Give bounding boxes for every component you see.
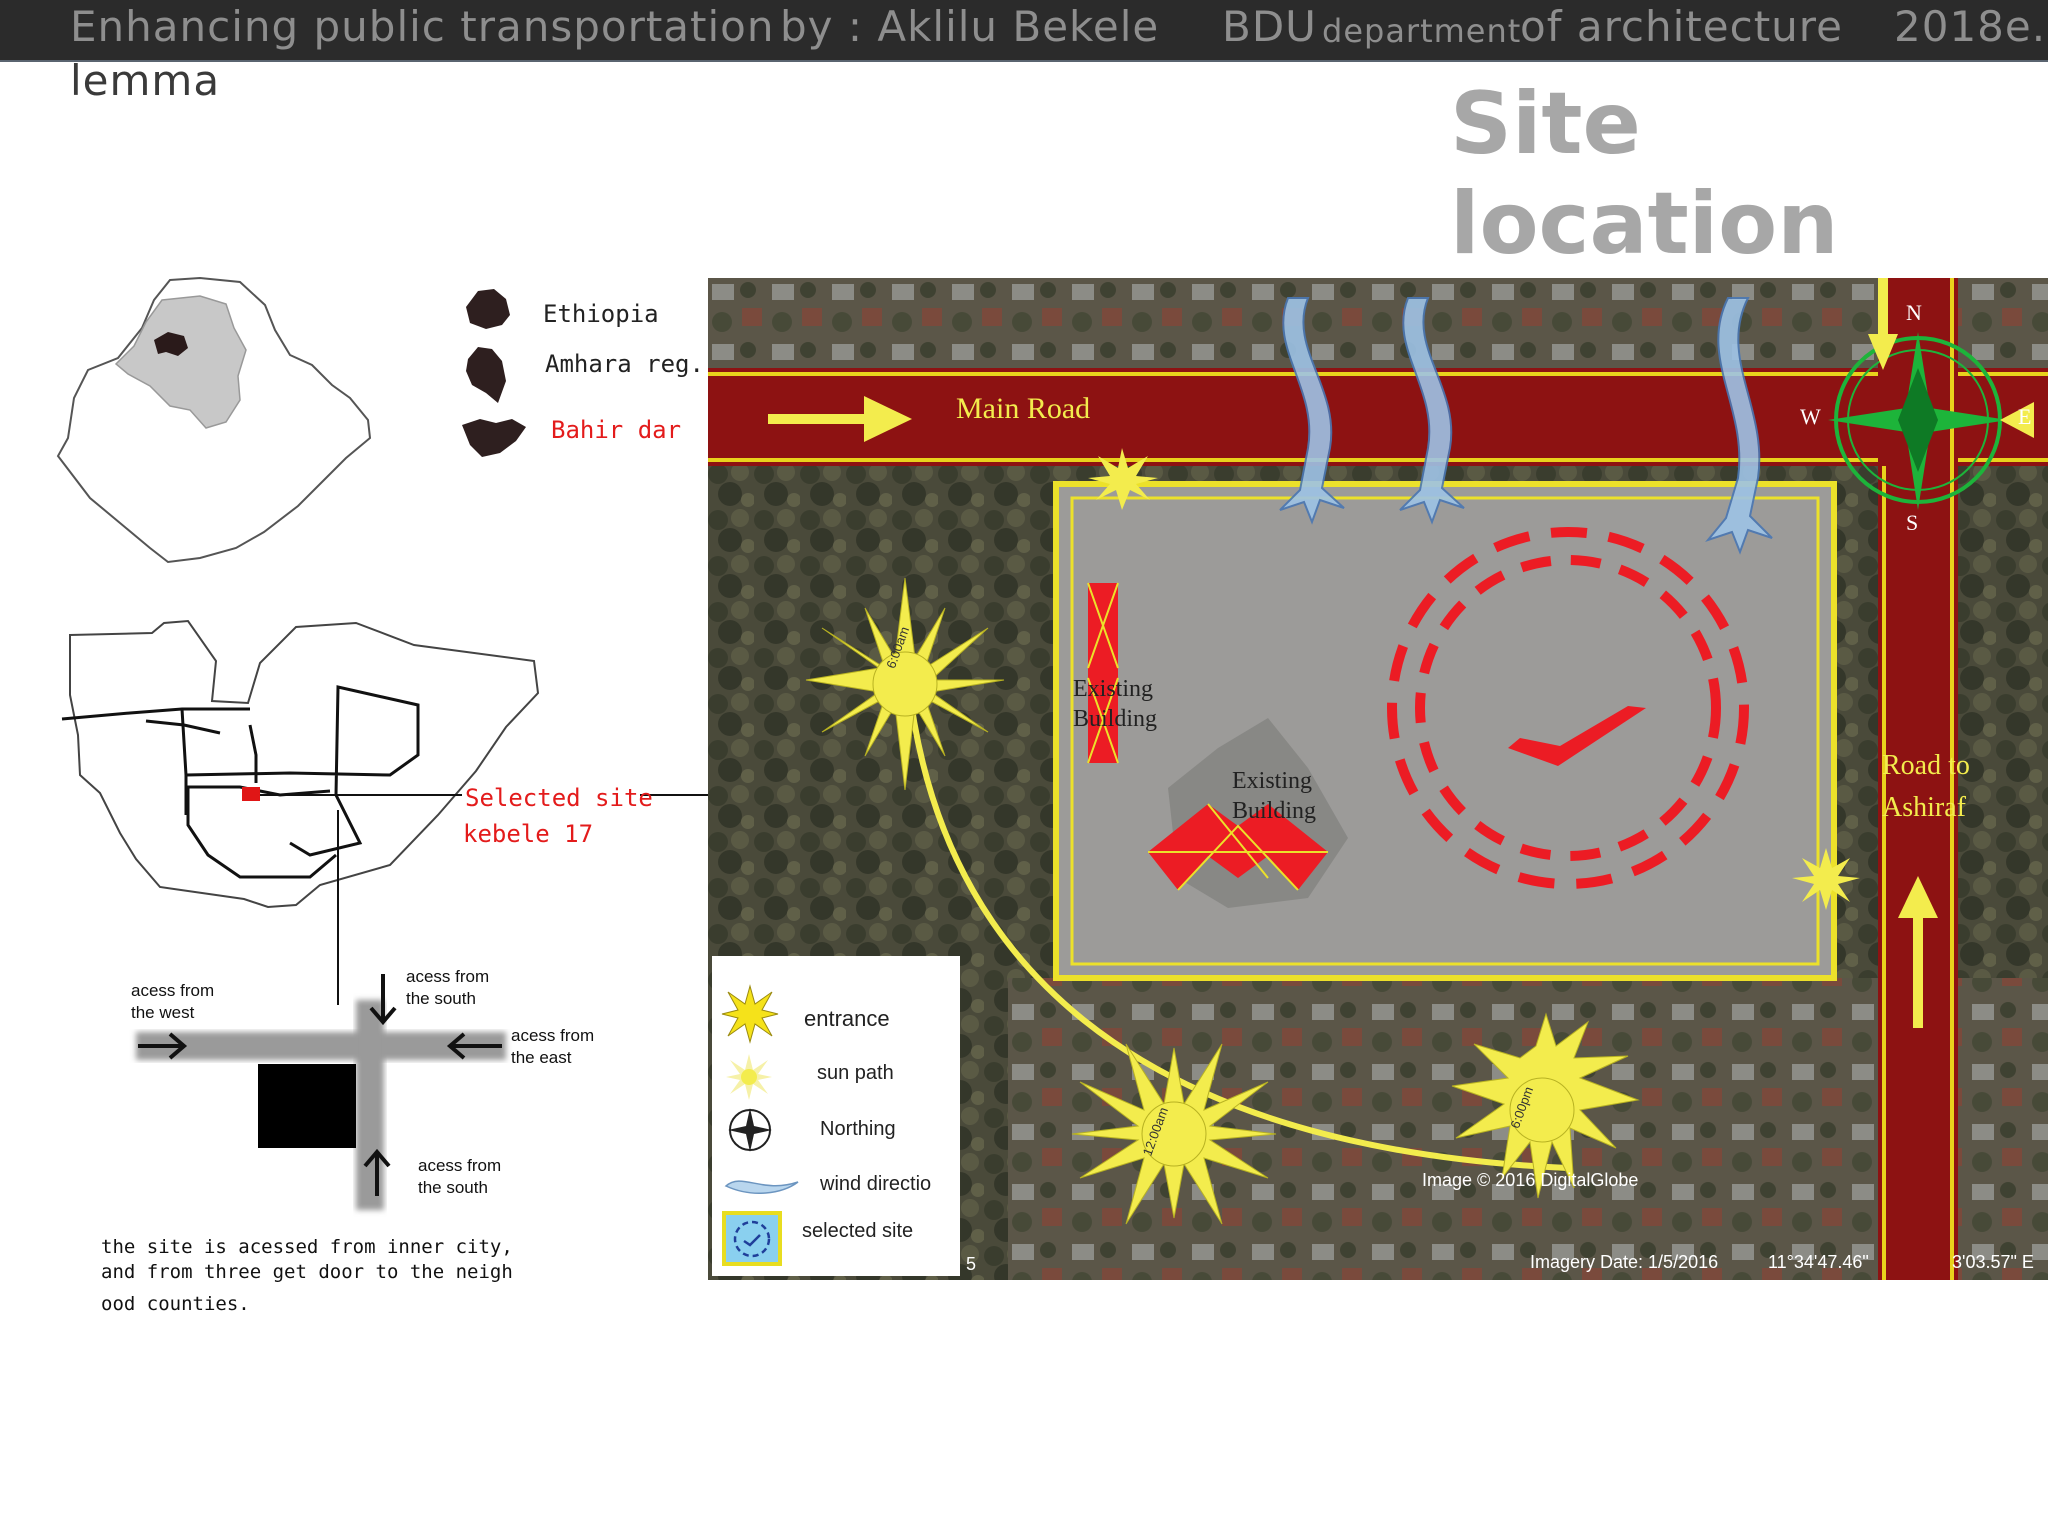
access-west-line1: acess from: [131, 981, 215, 1000]
access-south-top-line2: the south: [406, 989, 476, 1008]
author-name: by : Aklilu Bekele: [780, 2, 1160, 51]
map-corner-mark: 5: [966, 1254, 977, 1274]
imagery-date: Imagery Date: 1/5/2016: [1530, 1252, 1719, 1272]
road-to-label: Road to: [1882, 750, 1970, 781]
access-south-bottom-line2: the south: [418, 1178, 488, 1197]
selected-site-label: Selected site: [465, 784, 653, 812]
existing-building-2-label: Existing: [1232, 768, 1313, 794]
presentation-title: Enhancing public transportation: [70, 2, 775, 51]
department-bdu: BDU: [1222, 2, 1317, 51]
wind-direction-icon: [724, 1180, 799, 1194]
access-note-line2: and from three get door to the neigh: [101, 1261, 513, 1283]
access-note-line1: the site is acessed from inner city,: [101, 1236, 513, 1258]
map-key: entrance sun path Northing wind directio…: [712, 956, 960, 1276]
amhara-legend-icon: [466, 347, 506, 403]
kebele-label: kebele 17: [463, 820, 594, 848]
key-sun-path-label: sun path: [817, 1062, 894, 1084]
access-west-line2: the west: [131, 1003, 195, 1022]
selected-site-icon: [722, 1211, 782, 1266]
city-roads: [61, 685, 420, 879]
sun-path-icon: [726, 1054, 772, 1100]
access-south-bottom-line1: acess from: [418, 1156, 502, 1175]
access-south-top-label: acess from the south: [406, 966, 489, 1010]
legend-ethiopia-label: Ethiopia: [543, 300, 659, 328]
key-selected-site-label: selected site: [802, 1220, 914, 1242]
entrance-icon: [721, 984, 779, 1044]
main-road-label: Main Road: [956, 392, 1091, 425]
selected-site-marker: [242, 787, 260, 801]
existing-building-1-label2: Building: [1073, 706, 1158, 732]
access-east-line1: acess from: [511, 1026, 595, 1045]
department-word: department: [1322, 12, 1522, 50]
key-northing-label: Northing: [820, 1118, 896, 1140]
department-name: of architecture: [1520, 2, 1843, 51]
city-boundary: [69, 619, 540, 909]
coordinate-longitude: 3'03.57" E: [1952, 1252, 2034, 1272]
existing-building-1-label: Existing: [1073, 676, 1154, 702]
coordinate-latitude: 11°34'47.46": [1768, 1252, 1869, 1272]
urban-strip-top: [708, 278, 2048, 368]
legend-amhara-label: Amhara reg.: [545, 350, 704, 378]
compass-e-label: E: [2018, 404, 2032, 429]
imagery-credit: Image © 2016 DigitalGlobe: [1422, 1170, 1639, 1190]
site-block: [258, 1064, 356, 1148]
page-title: Site location: [1450, 74, 1839, 274]
key-entrance-label: entrance: [804, 1006, 890, 1031]
region-legend-icons: [462, 289, 526, 457]
key-wind-label: wind directio: [820, 1173, 932, 1195]
access-west-label: acess from the west: [131, 980, 214, 1024]
existing-building-2-label2: Building: [1232, 798, 1317, 824]
existing-building-1: [1088, 583, 1118, 763]
author-continuation: lemma: [70, 56, 221, 105]
year-label: 2018e.c: [1894, 2, 2048, 51]
access-note-line3: ood counties.: [101, 1293, 250, 1315]
access-road-vertical: [356, 1000, 384, 1210]
compass-icon: [728, 1108, 772, 1152]
access-east-line2: the east: [511, 1048, 572, 1067]
compass-w-label: W: [1800, 404, 1821, 429]
access-east-label: acess from the east: [511, 1025, 594, 1069]
ethiopia-map: [56, 276, 372, 564]
legend-bahir-dar-label: Bahir dar: [551, 416, 682, 444]
compass-s-label: S: [1906, 510, 1919, 535]
access-south-bottom-label: acess from the south: [418, 1155, 501, 1199]
ashiraf-label: Ashiraf: [1882, 792, 1966, 823]
header-bar: Enhancing public transportation by : Akl…: [0, 0, 2048, 62]
bahir-dar-legend-icon: [462, 419, 526, 457]
ethiopia-legend-icon: [466, 289, 510, 329]
compass-n-label: N: [1906, 300, 1922, 325]
access-south-top-line1: acess from: [406, 967, 490, 986]
